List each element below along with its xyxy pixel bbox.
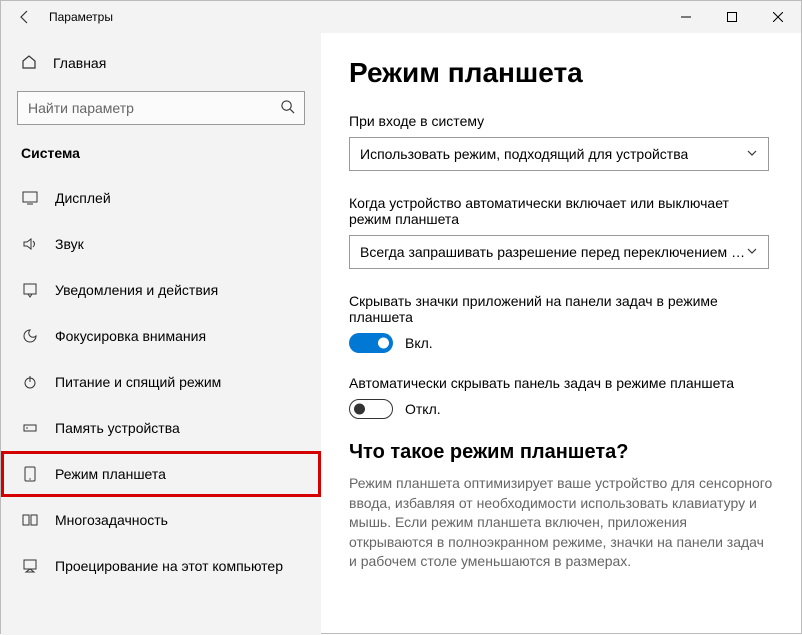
sidebar-item-power[interactable]: Питание и спящий режим — [1, 359, 321, 405]
maximize-icon — [727, 12, 737, 22]
multitask-icon — [21, 512, 39, 528]
sidebar-item-storage[interactable]: Память устройства — [1, 405, 321, 451]
sidebar-item-label: Многозадачность — [55, 512, 168, 528]
minimize-icon — [681, 12, 691, 22]
storage-icon — [21, 420, 39, 436]
power-icon — [21, 374, 39, 390]
sidebar-item-sound[interactable]: Звук — [1, 221, 321, 267]
auto-switch-dropdown[interactable]: Всегда запрашивать разрешение перед пере… — [349, 235, 769, 269]
sidebar: Главная Система Дисплей Звук Уведомления… — [1, 33, 321, 635]
signin-dropdown[interactable]: Использовать режим, подходящий для устро… — [349, 137, 769, 171]
title-bar: Параметры — [1, 1, 801, 33]
auto-switch-dropdown-value: Всегда запрашивать разрешение перед пере… — [360, 244, 746, 260]
minimize-button[interactable] — [663, 1, 709, 33]
search-icon — [280, 99, 295, 117]
close-icon — [773, 12, 783, 22]
arrow-left-icon — [17, 9, 33, 25]
window-title: Параметры — [49, 10, 113, 24]
sidebar-item-label: Уведомления и действия — [55, 282, 218, 298]
sidebar-item-label: Звук — [55, 236, 84, 252]
sidebar-item-tablet[interactable]: Режим планшета — [1, 451, 321, 497]
section-label-system: Система — [1, 141, 321, 175]
sidebar-item-focus[interactable]: Фокусировка внимания — [1, 313, 321, 359]
auto-switch-label: Когда устройство автоматически включает … — [349, 195, 773, 227]
hide-icons-label: Скрывать значки приложений на панели зад… — [349, 293, 773, 325]
close-button[interactable] — [755, 1, 801, 33]
what-is-heading: Что такое режим планшета? — [349, 441, 773, 464]
maximize-button[interactable] — [709, 1, 755, 33]
signin-dropdown-value: Использовать режим, подходящий для устро… — [360, 146, 688, 162]
hide-icons-toggle[interactable] — [349, 333, 393, 353]
search-input[interactable] — [17, 91, 305, 125]
home-label: Главная — [53, 55, 106, 71]
auto-hide-taskbar-toggle[interactable] — [349, 399, 393, 419]
what-is-description: Режим планшета оптимизирует ваше устройс… — [349, 474, 773, 572]
display-icon — [21, 190, 39, 206]
home-icon — [21, 54, 37, 73]
tablet-icon — [21, 466, 39, 482]
project-icon — [21, 558, 39, 574]
home-nav[interactable]: Главная — [1, 43, 321, 83]
sidebar-item-notifications[interactable]: Уведомления и действия — [1, 267, 321, 313]
sound-icon — [21, 236, 39, 252]
content-pane: Режим планшета При входе в систему Испол… — [321, 33, 801, 635]
auto-hide-taskbar-state: Откл. — [405, 401, 441, 417]
chevron-down-icon — [746, 146, 758, 162]
page-heading: Режим планшета — [349, 57, 773, 89]
focus-icon — [21, 328, 39, 344]
auto-hide-taskbar-label: Автоматически скрывать панель задач в ре… — [349, 375, 773, 391]
signin-label: При входе в систему — [349, 113, 773, 129]
sidebar-item-label: Питание и спящий режим — [55, 374, 221, 390]
sidebar-item-projecting[interactable]: Проецирование на этот компьютер — [1, 543, 321, 589]
sidebar-item-label: Дисплей — [55, 190, 111, 206]
search-container — [17, 91, 305, 125]
hide-icons-state: Вкл. — [405, 335, 433, 351]
sidebar-item-label: Проецирование на этот компьютер — [55, 558, 283, 574]
sidebar-item-label: Фокусировка внимания — [55, 328, 206, 344]
chevron-down-icon — [746, 244, 758, 260]
back-button[interactable] — [9, 1, 41, 33]
sidebar-item-multitasking[interactable]: Многозадачность — [1, 497, 321, 543]
notifications-icon — [21, 282, 39, 298]
sidebar-item-display[interactable]: Дисплей — [1, 175, 321, 221]
sidebar-item-label: Режим планшета — [55, 466, 166, 482]
sidebar-item-label: Память устройства — [55, 420, 180, 436]
